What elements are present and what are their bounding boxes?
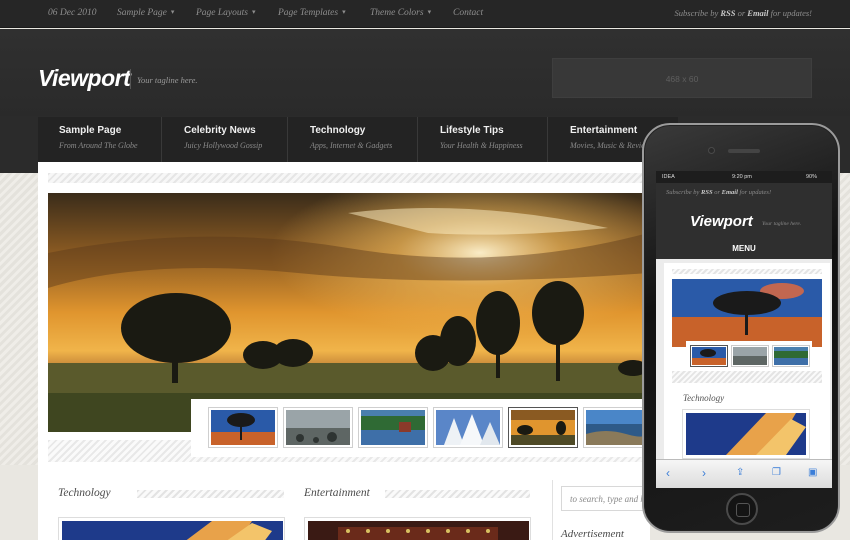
featured-slider[interactable]: [48, 193, 648, 432]
section-title-entertainment: Entertainment: [304, 487, 370, 499]
decorative-stripe: [672, 269, 822, 274]
speaker-grille: [728, 149, 760, 153]
post-thumbnail[interactable]: [304, 517, 531, 540]
rss-link[interactable]: RSS: [720, 8, 735, 18]
logo-divider: [130, 69, 131, 89]
chevron-down-icon: ▾: [251, 8, 256, 16]
slider-thumb-4[interactable]: [433, 407, 503, 448]
slider-thumb-1[interactable]: [208, 407, 278, 448]
lake-house-thumb-image: [361, 410, 425, 445]
site-tagline: Your tagline here.: [137, 75, 198, 85]
browser-toolbar: ‹ › ⇪ ❐ ▣: [656, 459, 832, 488]
lake-house-thumb-image: [774, 347, 808, 365]
decorative-stripe: [48, 173, 648, 183]
share-icon[interactable]: ⇪: [736, 467, 744, 478]
tabs-icon[interactable]: ▣: [808, 467, 817, 478]
home-button[interactable]: [726, 493, 758, 525]
tree-sunset-thumb-image: [211, 410, 275, 445]
tech-post-image: [686, 413, 806, 455]
phone-screen: IDEA 9:20 pm 90% Subscribe by RSS or Ema…: [656, 171, 832, 488]
slider-thumb-3[interactable]: [358, 407, 428, 448]
topbar-item-sample-page[interactable]: Sample Page ▾: [117, 8, 174, 18]
site-header: Viewport Your tagline here. 468 x 60: [0, 29, 850, 119]
decorative-stripe: [385, 490, 530, 498]
sunset-field-image: [48, 193, 648, 432]
chevron-down-icon: ▾: [427, 8, 432, 16]
rocky-beach-thumb-image: [286, 410, 350, 445]
topbar-item-page-templates[interactable]: Page Templates ▾: [278, 8, 346, 18]
mobile-page: Technology: [656, 259, 832, 463]
top-bar: 06 Dec 2010 Sample Page ▾ Page Layouts ▾ P…: [0, 0, 850, 28]
tree-sunset-thumb-image: [692, 347, 726, 365]
bookmarks-icon[interactable]: ❐: [772, 467, 781, 478]
chevron-down-icon: ▾: [342, 8, 346, 16]
nav-tab-lifestyle-tips[interactable]: Lifestyle Tips Your Health & Happiness: [419, 117, 548, 163]
sunset-field-thumb-image: [511, 410, 575, 445]
camera-icon: [708, 147, 715, 154]
section-title-technology: Technology: [58, 487, 111, 499]
header-ad-banner[interactable]: 468 x 60: [552, 58, 812, 98]
carrier-label: IDEA: [662, 174, 675, 180]
time-label: 9:20 pm: [732, 174, 752, 180]
snowy-trees-thumb-image: [436, 410, 500, 445]
nav-tab-celebrity-news[interactable]: Celebrity News Juicy Hollywood Gossip: [163, 117, 288, 163]
slider-thumb-5[interactable]: [508, 407, 578, 448]
mobile-section-title: Technology: [683, 393, 725, 403]
topbar-item-theme-colors[interactable]: Theme Colors ▾: [370, 8, 431, 18]
tech-post-image: [62, 521, 283, 540]
chevron-down-icon: ▾: [170, 8, 175, 16]
coast-sky-thumb-image: [586, 410, 650, 445]
mobile-post-thumbnail[interactable]: [682, 409, 810, 459]
decorative-stripe: [672, 371, 822, 383]
mobile-thumb-3[interactable]: [772, 345, 810, 367]
nav-tab-technology[interactable]: Technology Apps, Internet & Gadgets: [289, 117, 418, 163]
topbar-item-contact[interactable]: Contact: [453, 8, 483, 18]
topbar-item-page-layouts[interactable]: Page Layouts ▾: [196, 8, 256, 18]
email-link[interactable]: Email: [747, 8, 768, 18]
post-thumbnail[interactable]: [58, 517, 285, 540]
mobile-thumbnails: [686, 341, 812, 371]
entertainment-post-image: [308, 521, 529, 540]
battery-label: 90%: [806, 174, 818, 180]
main-nav: Sample Page From Around The Globe Celebr…: [38, 117, 678, 163]
slider-thumbnails: [191, 399, 653, 457]
mobile-email-link[interactable]: Email: [722, 189, 738, 196]
slider-thumb-2[interactable]: [283, 407, 353, 448]
sidebar-title-advertisement: Advertisement: [561, 528, 624, 540]
back-icon[interactable]: ‹: [666, 466, 670, 480]
phone-mockup: IDEA 9:20 pm 90% Subscribe by RSS or Ema…: [642, 123, 840, 533]
mobile-thumb-2[interactable]: [731, 345, 769, 367]
forward-icon[interactable]: ›: [702, 466, 706, 480]
mobile-logo[interactable]: Viewport: [690, 213, 753, 230]
mobile-subscribe-text: Subscribe by RSS or Email for updates!: [666, 189, 772, 196]
nav-tab-sample-page[interactable]: Sample Page From Around The Globe: [38, 117, 162, 163]
date-label: 06 Dec 2010: [48, 8, 97, 18]
rocky-beach-thumb-image: [733, 347, 767, 365]
mobile-rss-link[interactable]: RSS: [701, 189, 713, 196]
mobile-tagline: Your tagline here.: [762, 221, 802, 227]
mobile-menu-button[interactable]: MENU: [656, 241, 832, 259]
sidebar-divider: [552, 480, 553, 540]
status-bar: IDEA 9:20 pm 90%: [656, 171, 832, 183]
mobile-thumb-1[interactable]: [690, 345, 728, 367]
mobile-slider[interactable]: [672, 279, 822, 347]
subscribe-text: Subscribe by RSS or Email for updates!: [674, 8, 812, 18]
site-logo[interactable]: Viewport: [38, 65, 131, 92]
mobile-hero-image: [672, 279, 822, 347]
decorative-stripe: [137, 490, 284, 498]
